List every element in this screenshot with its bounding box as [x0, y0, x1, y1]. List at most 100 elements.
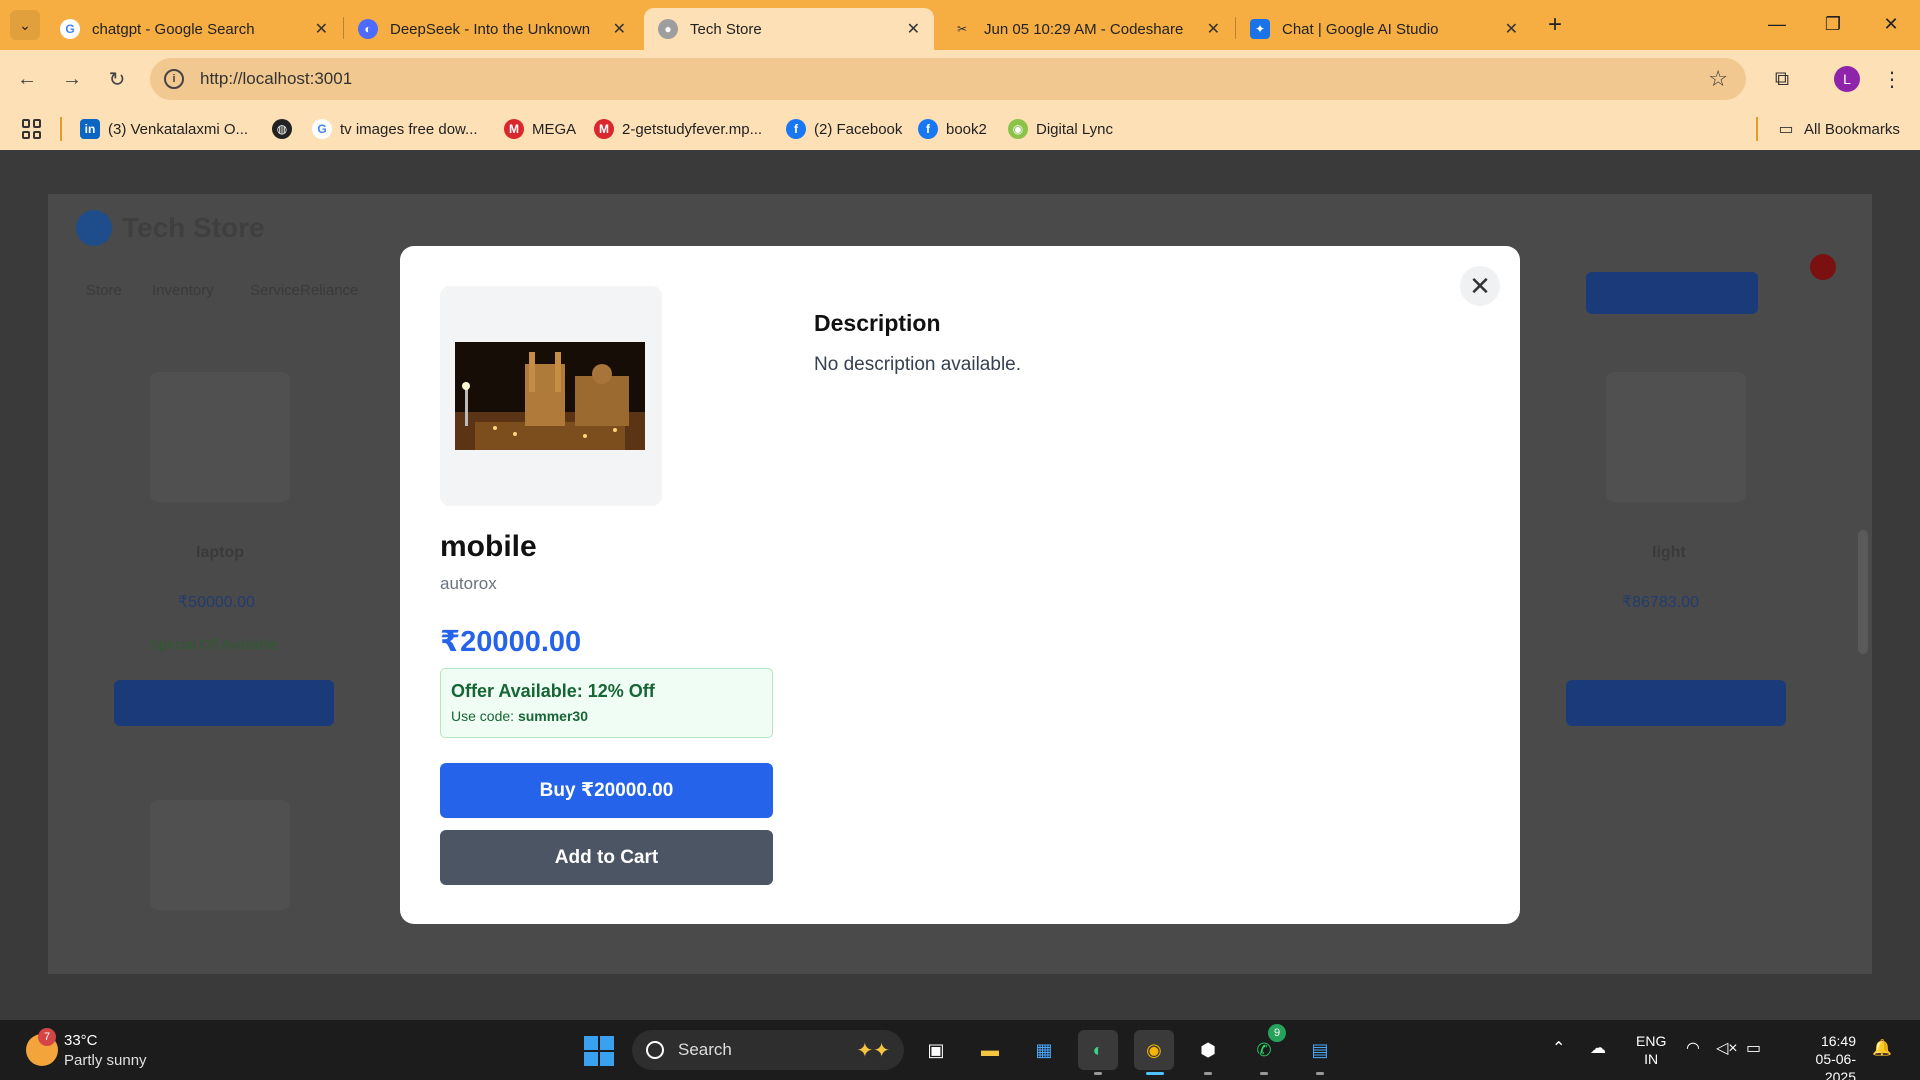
product-price: ₹20000.00	[440, 626, 582, 658]
mega-icon: M	[594, 119, 614, 139]
copilot-sparkle-icon: ✦✦	[856, 1040, 890, 1062]
product-price-dimmed: ₹86783.00	[1622, 594, 1699, 611]
bookmark-digital-lync[interactable]: ◉ Digital Lync	[1008, 118, 1113, 140]
manage-agent-button-dimmed	[1586, 272, 1758, 314]
close-icon[interactable]: ✕	[315, 19, 328, 39]
folder-icon: ▭	[1778, 121, 1794, 138]
offer-badge-dimmed: Special Off Available	[150, 636, 278, 652]
tab-label: Jun 05 10:29 AM - Codeshare	[984, 20, 1184, 38]
store-nav-item: Store	[86, 282, 122, 299]
chevron-up-icon[interactable]: ⌃	[1552, 1038, 1565, 1058]
globe-icon: ◍	[272, 119, 292, 139]
address-bar[interactable]: i http://localhost:3001 ☆	[150, 58, 1746, 100]
close-modal-button[interactable]: ✕	[1460, 266, 1500, 306]
deepseek-icon: ◐	[358, 19, 378, 39]
buy-button[interactable]: Buy ₹20000.00	[440, 763, 773, 818]
profile-avatar[interactable]: L	[1834, 66, 1860, 92]
battery-icon[interactable]: ▭	[1746, 1038, 1761, 1058]
restore-button[interactable]: ❐	[1810, 6, 1856, 42]
edge-icon[interactable]: ◐	[1078, 1030, 1118, 1070]
store-nav-item: ServiceReliance	[250, 282, 359, 299]
bookmarks-divider	[1756, 117, 1758, 141]
bookmark-getstudyfever[interactable]: M 2-getstudyfever.mp...	[594, 118, 762, 140]
new-tab-button[interactable]: +	[1540, 10, 1570, 40]
system-clock[interactable]: 16:49 05-06-2025	[1786, 1032, 1856, 1080]
site-info-icon[interactable]: i	[164, 69, 184, 89]
close-icon[interactable]: ✕	[613, 19, 626, 39]
bookmark-label: (2) Facebook	[814, 120, 903, 138]
bookmark-label: All Bookmarks	[1804, 120, 1900, 138]
tab-chatgpt-search[interactable]: G chatgpt - Google Search ✕	[46, 8, 342, 50]
cart-badge-dimmed	[1810, 254, 1836, 280]
description-text: No description available.	[814, 354, 1022, 375]
microsoft-store-icon[interactable]: ▦	[1024, 1030, 1064, 1070]
google-icon: G	[60, 19, 80, 39]
bookmark-star-icon[interactable]: ☆	[1708, 66, 1728, 92]
tab-ai-studio[interactable]: ✦ Chat | Google AI Studio ✕	[1236, 8, 1532, 50]
add-to-cart-button[interactable]: Add to Cart	[440, 830, 773, 885]
bookmark-facebook[interactable]: f (2) Facebook	[786, 118, 902, 140]
clock-time: 16:49	[1820, 1033, 1856, 1049]
all-bookmarks[interactable]: ▭ All Bookmarks	[1776, 118, 1900, 140]
bookmark-mega[interactable]: M MEGA	[504, 118, 576, 140]
windows-start-icon[interactable]	[584, 1036, 614, 1066]
notifications-icon[interactable]: 🔔	[1872, 1038, 1892, 1058]
close-icon[interactable]: ✕	[907, 19, 920, 39]
tab-deepseek[interactable]: ◐ DeepSeek - Into the Unknown ✕	[344, 8, 640, 50]
bookmark-tv-images[interactable]: G tv images free dow...	[312, 118, 478, 140]
bookmark-label: 2-getstudyfever.mp...	[622, 120, 763, 138]
app-running-indicator	[1316, 1072, 1324, 1075]
forward-button[interactable]: →	[55, 62, 89, 96]
bookmark-linkedin[interactable]: in (3) Venkatalaxmi O...	[80, 118, 248, 140]
globe-icon: ●	[658, 19, 678, 39]
notepad-icon[interactable]: ▤	[1300, 1030, 1340, 1070]
app-running-indicator	[1204, 1072, 1212, 1075]
facebook-icon: f	[786, 119, 806, 139]
page-scrollbar[interactable]	[1858, 530, 1868, 654]
taskbar-search[interactable]: Search ✦✦	[632, 1030, 904, 1070]
more-menu-icon[interactable]: ⋮	[1876, 63, 1908, 95]
close-icon[interactable]: ✕	[1207, 19, 1220, 39]
extensions-icon[interactable]: ⧉	[1766, 63, 1798, 95]
product-name-dimmed: laptop	[196, 544, 244, 561]
task-view-icon[interactable]: ▣	[916, 1030, 956, 1070]
bookmark-label: (3) Venkatalaxmi O...	[108, 120, 249, 138]
bookmark-label: Digital Lync	[1036, 120, 1113, 138]
terminal-icon[interactable]: ⬢	[1188, 1030, 1228, 1070]
weather-condition[interactable]: Partly sunny	[64, 1052, 147, 1069]
close-icon[interactable]: ✕	[1505, 19, 1518, 39]
back-button[interactable]: ←	[10, 62, 44, 96]
weather-temperature[interactable]: 33°C	[64, 1032, 98, 1049]
tab-label: DeepSeek - Into the Unknown	[390, 20, 591, 38]
onedrive-icon[interactable]: ☁	[1590, 1038, 1606, 1058]
minimize-button[interactable]: —	[1754, 6, 1800, 42]
bookmark-label: MEGA	[532, 120, 577, 138]
tab-tech-store[interactable]: ● Tech Store ✕	[644, 8, 934, 50]
browser-toolbar: ← → ↻ i http://localhost:3001 ☆ ⧉ L ⋮	[0, 50, 1920, 108]
tab-codeshare[interactable]: ✂ Jun 05 10:29 AM - Codeshare ✕	[938, 8, 1234, 50]
tab-search-button[interactable]: ⌄	[10, 10, 40, 40]
product-name: mobile	[440, 530, 537, 563]
wifi-icon[interactable]: ◠	[1686, 1038, 1700, 1058]
offer-box: Offer Available: 12% Off Use code: summe…	[440, 668, 773, 738]
url-text[interactable]: http://localhost:3001	[200, 69, 352, 89]
bookmark-globe[interactable]: ◍	[272, 118, 300, 140]
store-title-dimmed: Tech Store	[122, 212, 265, 243]
reload-button[interactable]: ↻	[100, 62, 134, 96]
language-indicator[interactable]: ENG IN	[1636, 1032, 1666, 1068]
whatsapp-badge: 9	[1268, 1024, 1286, 1042]
close-window-button[interactable]: ✕	[1868, 6, 1914, 42]
file-explorer-icon[interactable]: ▬	[970, 1030, 1010, 1070]
tab-strip: ⌄ G chatgpt - Google Search ✕ ◐ DeepSeek…	[0, 0, 1920, 50]
apps-grid-icon[interactable]	[22, 119, 42, 139]
bookmarks-divider	[60, 117, 62, 141]
facebook-icon: f	[918, 119, 938, 139]
chrome-icon[interactable]: ◉	[1134, 1030, 1174, 1070]
app-running-indicator	[1094, 1072, 1102, 1075]
product-name-dimmed: light	[1652, 544, 1686, 561]
product-brand: autorox	[440, 574, 497, 593]
bookmark-book2[interactable]: f book2	[918, 118, 987, 140]
product-price-dimmed: ₹50000.00	[178, 594, 255, 611]
volume-muted-icon[interactable]: ◁×	[1716, 1038, 1738, 1058]
close-icon: ✕	[1469, 270, 1491, 301]
